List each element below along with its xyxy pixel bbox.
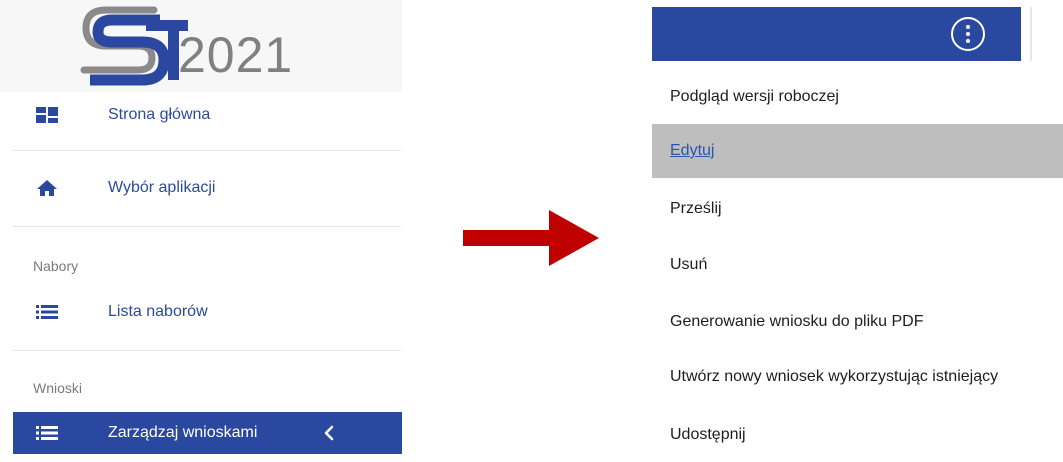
section-title-nabory: Nabory [33, 258, 79, 274]
divider [13, 226, 401, 227]
sidebar-item-manage-applications[interactable]: Zarządzaj wnioskami [13, 412, 402, 454]
dashboard-icon [33, 105, 61, 125]
sidebar-item-label: Lista naborów [108, 303, 208, 320]
menu-item-label: Generowanie wniosku do pliku PDF [670, 313, 924, 330]
sidebar-item-home-page[interactable]: Strona główna [0, 100, 402, 130]
logo-mark [80, 6, 188, 86]
logo: 2021 [0, 0, 402, 92]
logo-year: 2021 [178, 27, 294, 83]
divider [13, 350, 401, 351]
menu-item-generate-pdf[interactable]: Generowanie wniosku do pliku PDF [652, 295, 1063, 349]
menu-item-label: Utwórz nowy wniosek wykorzystując istnie… [670, 368, 999, 385]
more-vertical-icon[interactable] [951, 17, 985, 51]
section-title-wnioski: Wnioski [33, 380, 83, 396]
right-arrow-icon [463, 210, 599, 266]
menu-item-label: Podgląd wersji roboczej [670, 88, 839, 105]
actions-menu: Podgląd wersji roboczej Edytuj Prześlij … [652, 70, 1063, 454]
menu-item-label: Udostępnij [670, 426, 746, 443]
list-icon [33, 423, 61, 443]
menu-item-label: Edytuj [670, 142, 715, 159]
sidebar-item-app-selection[interactable]: Wybór aplikacji [0, 173, 402, 203]
menu-item-label: Prześlij [670, 200, 722, 217]
menu-item-label: Usuń [670, 256, 708, 273]
sidebar-item-calls-list[interactable]: Lista naborów [0, 297, 402, 327]
sidebar: 2021 Strona główna Wybór aplikacji Nabor… [0, 0, 402, 454]
divider [13, 150, 401, 151]
list-icon [33, 302, 61, 322]
menu-item-preview-draft[interactable]: Podgląd wersji roboczej [652, 70, 1063, 124]
menu-item-edit[interactable]: Edytuj [652, 124, 1063, 178]
sidebar-item-label: Strona główna [108, 106, 211, 123]
chevron-left-icon[interactable] [323, 424, 335, 442]
sidebar-item-label: Wybór aplikacji [108, 179, 216, 196]
menu-item-submit[interactable]: Prześlij [652, 182, 1063, 236]
menu-item-create-from-existing[interactable]: Utwórz nowy wniosek wykorzystując istnie… [652, 350, 1063, 404]
home-icon [33, 178, 61, 198]
menu-item-delete[interactable]: Usuń [652, 238, 1063, 292]
divider [1030, 7, 1032, 61]
sidebar-item-label: Zarządzaj wnioskami [108, 424, 258, 441]
